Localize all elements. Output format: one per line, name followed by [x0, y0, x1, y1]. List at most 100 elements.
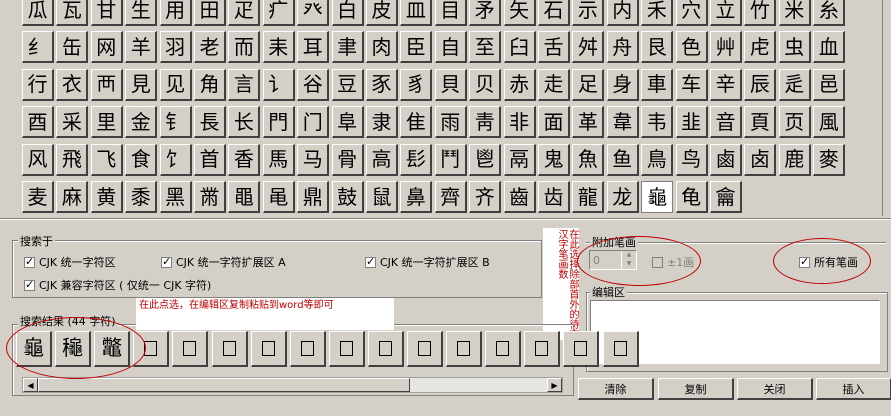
radical-button[interactable]: 示 [572, 0, 605, 26]
radical-button[interactable]: 羊 [125, 31, 158, 64]
radical-button[interactable]: 内 [606, 0, 639, 26]
scroll-left-icon[interactable]: ◀ [23, 378, 38, 392]
radical-button[interactable]: 鬲 [503, 143, 536, 176]
results-scrollbar[interactable]: ◀ ▶ [22, 377, 563, 393]
radical-button[interactable]: 黑 [159, 181, 192, 213]
radical-button[interactable]: 首 [194, 143, 226, 176]
radical-button[interactable]: 行 [22, 68, 54, 101]
checkbox-box[interactable] [365, 255, 376, 268]
radical-button[interactable]: 角 [194, 68, 226, 101]
radical-button[interactable]: 羽 [159, 31, 192, 64]
radical-button[interactable]: 禾 [641, 0, 674, 26]
radical-button[interactable]: 襾 [90, 68, 123, 101]
radical-button[interactable]: 用 [159, 0, 192, 26]
radical-button[interactable]: 音 [710, 106, 742, 139]
radical-button[interactable]: 面 [538, 106, 570, 139]
radical-button[interactable]: 门 [297, 106, 330, 139]
radical-button[interactable]: 頁 [744, 106, 777, 139]
radical-button[interactable]: 矛 [469, 0, 502, 26]
radical-button[interactable]: 門 [262, 106, 295, 139]
radical-button[interactable]: 齒 [503, 181, 536, 213]
radical-button[interactable]: 自 [434, 31, 467, 64]
radical-button[interactable]: 見 [125, 68, 158, 101]
radical-button[interactable]: 雨 [434, 106, 467, 139]
radical-button[interactable]: 齿 [538, 181, 570, 213]
checkbox-cjk-compat[interactable]: CJK 兼容字符区 ( 仅统一 CJK 字符) [24, 277, 211, 293]
result-empty-cell[interactable] [524, 331, 561, 367]
radical-button[interactable]: 黹 [194, 181, 226, 213]
radical-button[interactable]: 隹 [400, 106, 433, 139]
radical-button[interactable]: 車 [641, 68, 674, 101]
radical-button[interactable]: 鼓 [331, 181, 364, 213]
radical-button[interactable]: 疋 [228, 0, 261, 26]
radical-button[interactable]: 鸟 [675, 143, 708, 176]
radical-button[interactable]: 皿 [400, 0, 433, 26]
radical-button[interactable]: 酉 [22, 106, 54, 139]
insert-button[interactable]: 插入 [816, 378, 891, 400]
radical-button[interactable]: 麥 [813, 143, 846, 176]
radical-button[interactable]: 辰 [744, 68, 777, 101]
radical-button[interactable]: 齊 [434, 181, 467, 213]
result-empty-cell[interactable] [407, 331, 443, 367]
result-empty-cell[interactable] [250, 331, 287, 367]
radical-button[interactable]: 赤 [503, 68, 536, 101]
radical-button[interactable]: 鹵 [710, 143, 742, 176]
radical-button[interactable]: 色 [675, 31, 708, 64]
radical-button[interactable]: 風 [813, 106, 846, 139]
radical-button[interactable]: 髟 [400, 143, 433, 176]
clear-button[interactable]: 清除 [578, 378, 654, 400]
radical-button[interactable]: 鼠 [366, 181, 398, 213]
radical-button[interactable]: 身 [606, 68, 639, 101]
radical-button[interactable]: 石 [538, 0, 570, 26]
radical-button[interactable]: 龙 [606, 181, 639, 213]
radical-button[interactable]: 龠 [710, 181, 742, 213]
radical-button[interactable]: 非 [503, 106, 536, 139]
radical-button[interactable]: 言 [228, 68, 261, 101]
radical-button[interactable]: 至 [469, 31, 502, 64]
radical-button[interactable]: 齐 [469, 181, 502, 213]
radical-button[interactable]: 舟 [606, 31, 639, 64]
radical-button[interactable]: 马 [297, 143, 330, 176]
radical-button[interactable]: 瓦 [56, 0, 89, 26]
radical-button[interactable]: 龜 [641, 181, 674, 213]
radical-button[interactable]: 白 [331, 0, 364, 26]
radical-button[interactable]: 黽 [228, 181, 261, 213]
result-empty-cell[interactable] [563, 331, 600, 367]
radical-button[interactable]: 穴 [675, 0, 708, 26]
radical-button[interactable]: 豸 [400, 68, 433, 101]
radical-button[interactable]: 页 [778, 106, 811, 139]
radical-button[interactable]: 米 [778, 0, 811, 26]
checkbox-box[interactable] [24, 278, 35, 291]
radical-button[interactable]: 采 [56, 106, 89, 139]
radical-button[interactable]: 皮 [366, 0, 398, 26]
radical-button[interactable]: 肉 [366, 31, 398, 64]
radical-button[interactable]: 甘 [90, 0, 123, 26]
radical-button[interactable]: 韋 [606, 106, 639, 139]
radical-button[interactable]: 贝 [469, 68, 502, 101]
radical-button[interactable]: 舛 [572, 31, 605, 64]
radical-button[interactable]: 豆 [331, 68, 364, 101]
radical-button[interactable]: 饣 [159, 143, 192, 176]
radical-button[interactable]: 辵 [778, 68, 811, 101]
radical-button[interactable]: 目 [434, 0, 467, 26]
radical-button[interactable]: 食 [125, 143, 158, 176]
result-empty-cell[interactable] [367, 331, 404, 367]
checkbox-box[interactable] [24, 255, 35, 268]
radical-button[interactable]: 舌 [538, 31, 570, 64]
radical-button[interactable]: 谷 [297, 68, 330, 101]
radical-button[interactable]: 靑 [469, 106, 502, 139]
radical-button[interactable]: 矢 [503, 0, 536, 26]
radical-button[interactable]: 臼 [503, 31, 536, 64]
radical-button[interactable]: 里 [90, 106, 123, 139]
radical-button[interactable]: 馬 [262, 143, 295, 176]
radical-button[interactable]: 香 [228, 143, 261, 176]
radical-button[interactable]: 麦 [22, 181, 54, 213]
copy-button[interactable]: 复制 [658, 378, 734, 400]
radical-button[interactable]: 虫 [778, 31, 811, 64]
radical-button[interactable]: 见 [159, 68, 192, 101]
radical-button[interactable]: 卤 [744, 143, 777, 176]
radical-button[interactable]: 魚 [572, 143, 605, 176]
radical-button[interactable]: 生 [125, 0, 158, 26]
checkbox-box[interactable] [161, 255, 172, 268]
checkbox-cjk-ext-b[interactable]: CJK 统一字符扩展区 B [365, 254, 490, 270]
